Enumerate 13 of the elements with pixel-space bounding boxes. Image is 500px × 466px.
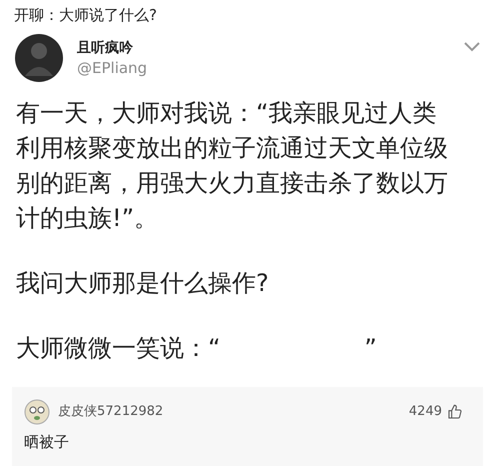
post-title: 开聊：大师说了什么? (13, 5, 158, 26)
tweet-paragraph: 我问大师那是什么操作? (16, 268, 270, 299)
avatar-icon (24, 399, 50, 425)
tweet-paragraph: 有一天，大师对我说：“我亲眼见过人类利用核聚变放出的粒子流通过天文单位级别的距离，用强大火力直接击杀了数以万计的虫族!”。 (16, 98, 449, 234)
author-name: 且听疯吟 (77, 39, 134, 58)
tweet-paragraph: 大师微微一笑说：“ ” (16, 333, 378, 364)
comment-text: 晒被子 (24, 432, 70, 453)
chevron-down-icon[interactable] (464, 42, 480, 52)
comment-username: 皮皮侠57212982 (58, 403, 164, 422)
author-handle: @EPliang (77, 58, 148, 78)
like-count: 4249 (408, 403, 442, 422)
avatar-icon (15, 34, 63, 82)
thumbs-up-icon[interactable] (447, 404, 463, 420)
